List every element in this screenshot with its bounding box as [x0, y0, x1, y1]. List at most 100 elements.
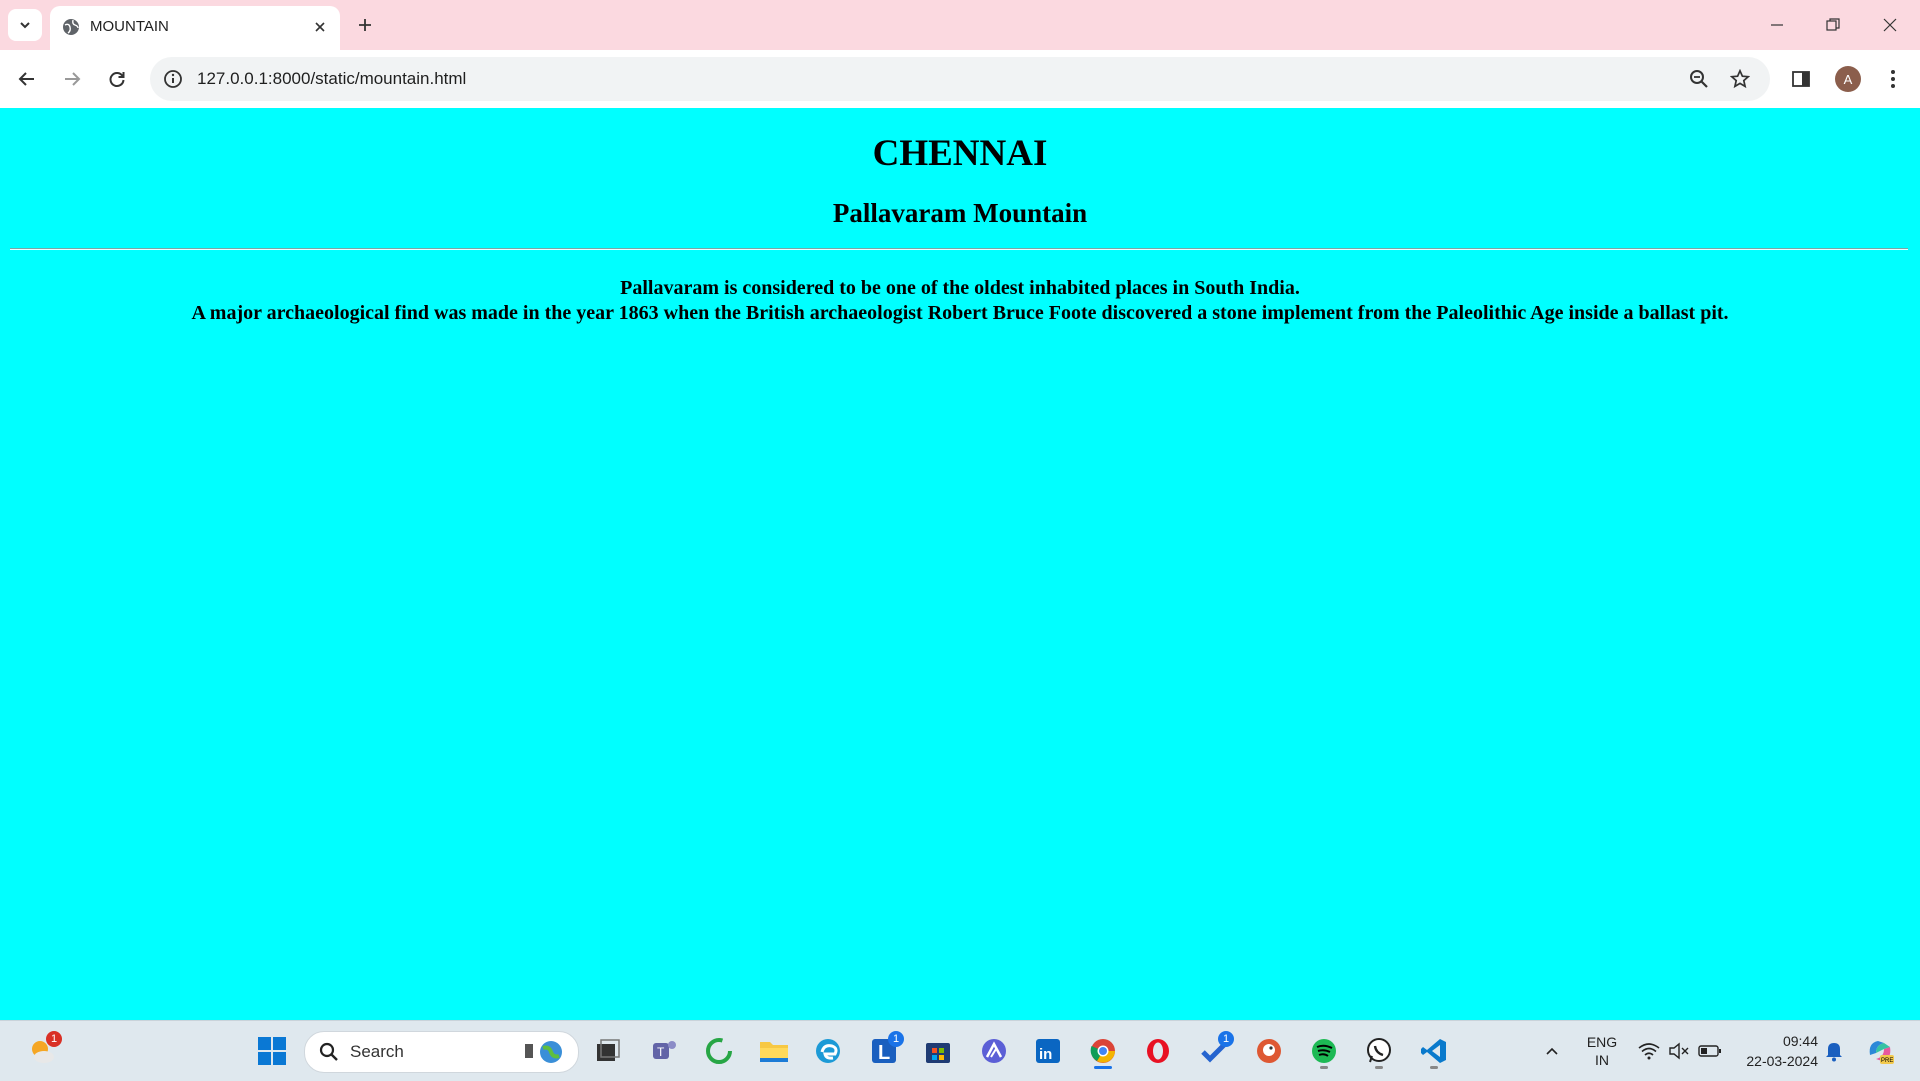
- copilot-button[interactable]: PRE: [1860, 1031, 1900, 1071]
- taskbar-search[interactable]: Search: [304, 1031, 579, 1073]
- notifications-button[interactable]: [1816, 1031, 1852, 1071]
- teams-button[interactable]: T: [644, 1031, 684, 1071]
- linkedin-icon: in: [1036, 1039, 1060, 1063]
- todo-button[interactable]: 1: [1194, 1031, 1234, 1071]
- edge-button[interactable]: [808, 1031, 848, 1071]
- paragraph-line-1: Pallavaram is considered to be one of th…: [620, 277, 1300, 299]
- start-button[interactable]: [252, 1031, 292, 1071]
- weather-widget[interactable]: 1: [22, 1031, 62, 1071]
- quick-settings-button[interactable]: [1630, 1031, 1730, 1071]
- arrow-left-icon: [18, 72, 34, 86]
- svg-text:L: L: [878, 1042, 890, 1064]
- vscode-icon: [1421, 1039, 1446, 1063]
- chevron-down-icon: [20, 22, 30, 29]
- search-icon: [319, 1042, 338, 1061]
- show-hidden-icons-button[interactable]: [1532, 1031, 1572, 1071]
- more-vertical-icon: [1891, 70, 1895, 88]
- windows-taskbar: 1 Search T L 1 in 1 ENG IN 09:44 22-03-2…: [0, 1020, 1920, 1081]
- restore-icon: [1826, 18, 1840, 31]
- sync-app-button[interactable]: [699, 1031, 739, 1071]
- profile-avatar[interactable]: A: [1835, 66, 1861, 92]
- tab-search-button[interactable]: [8, 9, 42, 41]
- description-paragraph: Pallavaram is considered to be one of th…: [0, 276, 1920, 326]
- active-tab[interactable]: MOUNTAIN: [50, 6, 340, 50]
- side-panel-icon: [1792, 71, 1810, 87]
- folder-icon: [760, 1042, 788, 1062]
- divider: [10, 248, 1908, 250]
- forward-button[interactable]: [57, 64, 87, 94]
- address-bar[interactable]: 127.0.0.1:8000/static/mountain.html: [150, 57, 1770, 101]
- svg-text:PRE: PRE: [1881, 1058, 1893, 1064]
- windows-start-icon: [258, 1037, 286, 1065]
- store-icon: [926, 1043, 950, 1063]
- search-label: Search: [350, 1042, 404, 1061]
- new-tab-button[interactable]: [352, 12, 378, 38]
- side-panel-button[interactable]: [1786, 64, 1816, 94]
- svg-text:in: in: [1039, 1046, 1052, 1063]
- chrome-icon: [1090, 1039, 1115, 1063]
- reload-button[interactable]: [102, 64, 132, 94]
- clock[interactable]: 09:44 22-03-2024: [1734, 1031, 1818, 1071]
- bell-icon: [1826, 1043, 1842, 1062]
- edge-icon: [816, 1039, 840, 1063]
- clock-time: 09:44: [1782, 1033, 1818, 1049]
- refresh-app-icon: [706, 1038, 732, 1064]
- running-app-indicator: [1375, 1066, 1383, 1069]
- running-app-indicator: [1430, 1066, 1438, 1069]
- info-icon: [164, 70, 182, 88]
- bookmark-button[interactable]: [1728, 67, 1752, 91]
- running-app-indicator: [1320, 1066, 1328, 1069]
- browser-toolbar: 127.0.0.1:8000/static/mountain.html A: [0, 50, 1920, 108]
- close-icon: [315, 22, 325, 32]
- file-explorer-button[interactable]: [754, 1031, 794, 1071]
- close-window-button[interactable]: [1875, 10, 1905, 40]
- globe-icon: [63, 19, 79, 35]
- store-button[interactable]: [918, 1031, 958, 1071]
- browser-menu-button[interactable]: [1878, 64, 1908, 94]
- page-subtitle: Pallavaram Mountain: [832, 198, 1088, 228]
- opera-icon: [1147, 1039, 1169, 1063]
- clock-date: 22-03-2024: [1746, 1053, 1818, 1069]
- minimize-button[interactable]: [1762, 10, 1792, 40]
- plus-icon: [359, 19, 371, 31]
- tab-close-button[interactable]: [310, 17, 330, 37]
- page-title: CHENNAI: [872, 133, 1048, 174]
- duckduckgo-button[interactable]: [1249, 1031, 1289, 1071]
- copilot-icon: PRE: [1869, 1041, 1894, 1064]
- reload-icon: [109, 72, 125, 87]
- language-code: ENG: [1586, 1034, 1618, 1050]
- url-text[interactable]: 127.0.0.1:8000/static/mountain.html: [197, 69, 466, 89]
- language-indicator[interactable]: ENG IN: [1582, 1033, 1622, 1069]
- paragraph-line-2: A major archaeological find was made in …: [191, 302, 1729, 324]
- wifi-icon: [1638, 1043, 1660, 1060]
- app-button-triangle[interactable]: [974, 1031, 1014, 1071]
- volume-muted-icon: [1669, 1042, 1689, 1060]
- battery-icon: [1698, 1045, 1721, 1057]
- vscode-button[interactable]: [1414, 1031, 1454, 1071]
- close-icon: [1883, 18, 1897, 32]
- zoom-out-icon: [1690, 70, 1708, 88]
- weather-badge: 1: [46, 1031, 62, 1047]
- whatsapp-button[interactable]: [1359, 1031, 1399, 1071]
- task-view-button[interactable]: [588, 1031, 628, 1071]
- active-app-indicator: [1094, 1066, 1112, 1069]
- chrome-button[interactable]: [1083, 1031, 1123, 1071]
- linkedin-button[interactable]: in: [1028, 1031, 1068, 1071]
- whatsapp-icon: [1367, 1038, 1391, 1063]
- region-code: IN: [1595, 1052, 1609, 1068]
- site-info-button[interactable]: [162, 68, 184, 90]
- task-view-icon: [597, 1039, 620, 1061]
- lens-app-button[interactable]: L 1: [864, 1031, 904, 1071]
- opera-button[interactable]: [1138, 1031, 1178, 1071]
- teams-icon: T: [653, 1041, 676, 1059]
- svg-text:T: T: [657, 1045, 665, 1059]
- back-button[interactable]: [12, 64, 42, 94]
- tab-title: MOUNTAIN: [90, 18, 169, 35]
- restore-button[interactable]: [1818, 10, 1848, 40]
- todo-badge: 1: [1218, 1031, 1234, 1047]
- arrow-right-icon: [65, 72, 81, 86]
- zoom-button[interactable]: [1687, 67, 1711, 91]
- star-icon: [1730, 69, 1750, 89]
- lens-badge: 1: [888, 1031, 904, 1047]
- spotify-button[interactable]: [1304, 1031, 1344, 1071]
